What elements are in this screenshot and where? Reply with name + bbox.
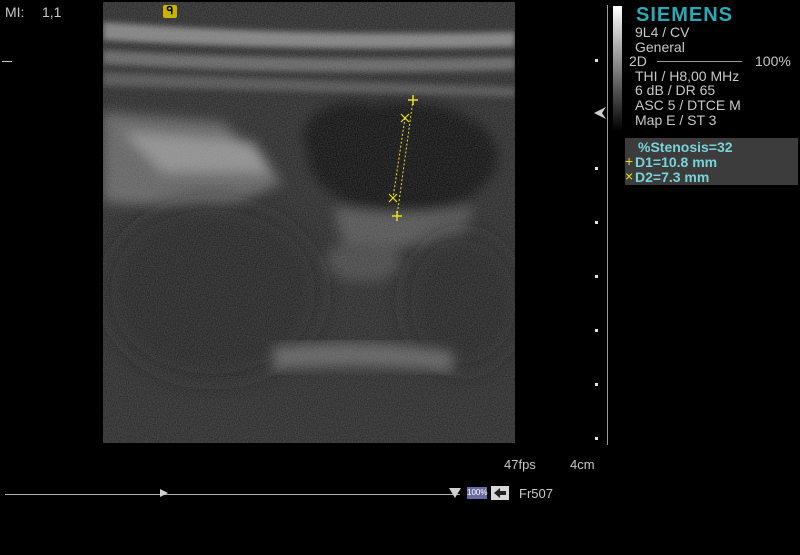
mode-percent: 100% [755, 53, 791, 69]
frequency-label: THI / H8,00 MHz [635, 68, 740, 84]
zoom-badge[interactable]: 100% [467, 487, 487, 499]
mi-value: 1,1 [42, 4, 62, 20]
ultrasound-image[interactable] [103, 2, 515, 443]
preset-label: General [635, 39, 685, 55]
d1-marker-icon: + [625, 153, 634, 169]
mode-percent-bar [657, 61, 742, 62]
depth-tick [595, 329, 598, 332]
depth-tick [595, 59, 598, 62]
caliper-x-bottom[interactable] [388, 193, 398, 203]
caliper-plus-bottom[interactable] [392, 211, 402, 221]
timeline-end-marker-icon[interactable] [449, 488, 461, 500]
caliper-plus-top[interactable] [408, 95, 418, 105]
d1-value: D1=10.8 mm [635, 154, 718, 170]
map-label: Map E / ST 3 [635, 112, 717, 128]
stenosis-value: %Stenosis=32 [638, 139, 733, 155]
caliper-x-top[interactable] [400, 113, 410, 123]
gain-label: 6 dB / DR 65 [635, 82, 716, 98]
left-tick [2, 61, 12, 62]
probe-label: 9L4 / CV [635, 24, 690, 40]
d2-value: D2=7.3 mm [635, 169, 710, 185]
mi-label: MI: [5, 4, 25, 20]
mode-label: 2D [629, 53, 647, 69]
depth-label: 4cm [570, 457, 595, 472]
brand-logo: SIEMENS [636, 4, 734, 26]
d2-marker-icon: × [625, 168, 634, 184]
depth-tick [595, 167, 598, 170]
asc-label: ASC 5 / DTCE M [635, 97, 741, 113]
depth-tick [595, 383, 598, 386]
ultrasound-screen: MI: 1,1 ᑫ SIEMENS 9L4 / CV General 2D 10… [0, 0, 800, 555]
fps-label: 47fps [504, 457, 536, 472]
grayscale-bar [613, 6, 622, 131]
depth-tick [595, 221, 598, 224]
depth-tick [595, 437, 598, 440]
back-button[interactable] [491, 486, 509, 500]
caliper-overlay [388, 95, 418, 221]
cine-timeline[interactable] [5, 494, 460, 495]
focus-marker-icon[interactable] [594, 107, 608, 119]
depth-scale-line [607, 5, 608, 445]
measurement-box: %Stenosis=32 + D1=10.8 mm × D2=7.3 mm [625, 138, 798, 185]
timeline-start-marker-icon[interactable] [160, 489, 168, 497]
arrow-left-icon [494, 488, 506, 498]
frame-label: Fr507 [519, 486, 553, 501]
orientation-marker: ᑫ [163, 5, 177, 18]
depth-tick [595, 275, 598, 278]
